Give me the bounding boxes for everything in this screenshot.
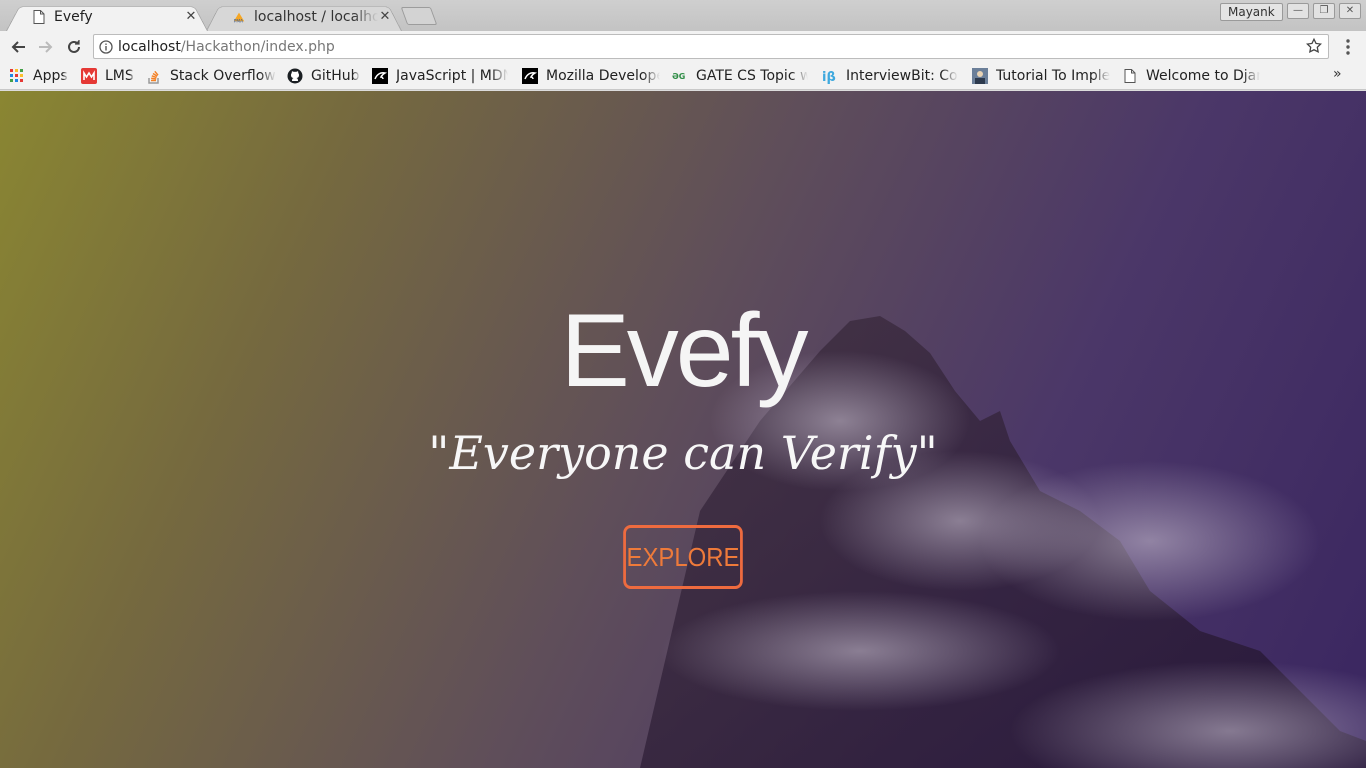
svg-text:ƏG: ƏG bbox=[672, 72, 685, 81]
bookmark-tutorial[interactable]: Tutorial To Imple bbox=[972, 67, 1110, 85]
site-tagline: "Everyone can Verify" bbox=[428, 426, 938, 480]
tab-evefy[interactable]: Evefy ✕ bbox=[14, 2, 200, 31]
bookmark-welcome-django[interactable]: Welcome to Djar bbox=[1122, 67, 1260, 85]
bookmarks-overflow-button[interactable]: » bbox=[1333, 66, 1342, 82]
lms-icon bbox=[81, 68, 97, 84]
bookmark-github[interactable]: GitHub bbox=[287, 67, 360, 85]
bookmark-label: Stack Overflow bbox=[170, 68, 276, 84]
hero-section: Evefy "Everyone can Verify" EXPLORE bbox=[0, 91, 1366, 768]
bookmark-apps[interactable]: Apps bbox=[9, 67, 68, 85]
minimize-icon[interactable]: — bbox=[1287, 3, 1309, 19]
bookmarks-bar: Apps LMS Stack Overflow GitHub JavaScrip… bbox=[0, 62, 1366, 90]
new-tab-button[interactable] bbox=[400, 7, 438, 25]
url-host: localhost bbox=[118, 38, 181, 55]
reload-button[interactable] bbox=[61, 34, 87, 60]
phpmyadmin-icon: PMA bbox=[232, 9, 246, 25]
interviewbit-icon: iβ bbox=[822, 68, 838, 84]
bookmark-label: InterviewBit: Co bbox=[846, 68, 958, 84]
browser-menu-icon[interactable] bbox=[1340, 35, 1356, 59]
tab-localhost[interactable]: PMA localhost / localhost ✕ bbox=[214, 2, 394, 31]
tab-title: Evefy bbox=[54, 8, 93, 25]
forward-button[interactable] bbox=[33, 34, 59, 60]
github-icon bbox=[287, 68, 303, 84]
bookmark-star-icon[interactable] bbox=[1305, 37, 1323, 59]
svg-text:iβ: iβ bbox=[822, 70, 836, 84]
bookmark-lms[interactable]: LMS bbox=[81, 67, 134, 85]
geeksforgeeks-icon: ƏG bbox=[672, 68, 688, 84]
arrow-left-icon bbox=[11, 41, 25, 53]
stackoverflow-icon bbox=[146, 68, 162, 84]
address-bar[interactable]: localhost/Hackathon/index.php bbox=[93, 34, 1329, 59]
document-icon bbox=[1122, 68, 1138, 84]
tab-title: localhost / localhost bbox=[254, 8, 378, 25]
bookmark-mozilla-developer[interactable]: Mozilla Develope bbox=[522, 67, 660, 85]
back-button[interactable] bbox=[5, 34, 31, 60]
profile-button[interactable]: Mayank bbox=[1220, 3, 1283, 21]
bookmark-label: GATE CS Topic w bbox=[696, 68, 808, 84]
close-tab-icon[interactable]: ✕ bbox=[378, 9, 392, 24]
apps-grid-icon bbox=[9, 68, 25, 84]
bookmark-label: Tutorial To Imple bbox=[996, 68, 1110, 84]
bookmark-gate-cs[interactable]: ƏG GATE CS Topic w bbox=[672, 67, 808, 85]
bookmark-label: Apps bbox=[33, 68, 68, 84]
close-window-icon[interactable]: ✕ bbox=[1339, 3, 1361, 19]
bookmark-javascript-mdn[interactable]: JavaScript | MDN bbox=[372, 67, 508, 85]
browser-toolbar: localhost/Hackathon/index.php bbox=[0, 31, 1366, 62]
bookmark-label: GitHub bbox=[311, 68, 360, 84]
reload-icon bbox=[68, 40, 80, 53]
site-title: Evefy bbox=[560, 293, 808, 409]
tab-strip: Evefy ✕ PMA localhost / localhost ✕ Maya… bbox=[0, 0, 1366, 31]
mdn-icon bbox=[372, 68, 388, 84]
restore-icon[interactable]: ❐ bbox=[1313, 3, 1335, 19]
mdn-icon bbox=[522, 68, 538, 84]
svg-text:PMA: PMA bbox=[234, 18, 243, 24]
bookmark-label: JavaScript | MDN bbox=[396, 68, 508, 84]
arrow-right-icon bbox=[39, 41, 53, 53]
document-icon bbox=[32, 9, 46, 25]
info-icon[interactable] bbox=[94, 39, 118, 54]
bookmark-interviewbit[interactable]: iβ InterviewBit: Co bbox=[822, 67, 958, 85]
explore-button[interactable]: EXPLORE bbox=[623, 525, 743, 589]
bookmark-stack-overflow[interactable]: Stack Overflow bbox=[146, 67, 276, 85]
bookmark-label: LMS bbox=[105, 68, 134, 84]
bookmark-label: Mozilla Develope bbox=[546, 68, 660, 84]
tutorial-avatar-icon bbox=[972, 68, 988, 84]
bookmark-label: Welcome to Djar bbox=[1146, 68, 1260, 84]
url-path: /Hackathon/index.php bbox=[180, 38, 335, 55]
close-tab-icon[interactable]: ✕ bbox=[184, 9, 198, 24]
